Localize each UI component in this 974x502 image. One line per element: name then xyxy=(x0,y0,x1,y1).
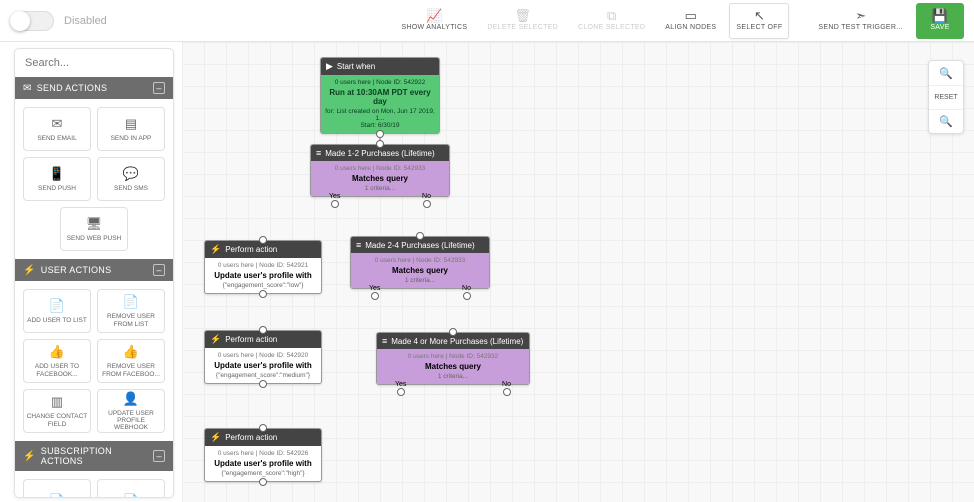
zoom-controls: 🔍 RESET 🔍 xyxy=(928,60,964,134)
send-actions-header[interactable]: ✉ SEND ACTIONS – xyxy=(15,77,173,99)
action-node-low[interactable]: ⚡Perform action 0 users here | Node ID: … xyxy=(204,240,322,294)
sms-icon: 💬 xyxy=(123,166,139,182)
collapse-icon[interactable]: – xyxy=(153,82,165,94)
list-icon: ≡ xyxy=(356,240,361,250)
port-yes[interactable] xyxy=(371,292,379,300)
push-icon: 📱 xyxy=(49,166,65,182)
send-web-push-tile[interactable]: 🖥SEND WEB PUSH xyxy=(60,207,128,251)
webhook-icon: 👤 xyxy=(123,391,139,407)
subscription-tile-2[interactable]: 📄 xyxy=(97,479,165,498)
port-in[interactable] xyxy=(259,326,267,334)
facebook-add-icon: 👍 xyxy=(49,344,65,360)
select-off-button[interactable]: ↖ SELECT OFF xyxy=(729,3,789,39)
bolt-icon: ⚡ xyxy=(210,244,221,255)
change-contact-field-tile[interactable]: ▥CHANGE CONTACT FIELD xyxy=(23,389,91,433)
list-icon: ≡ xyxy=(316,148,321,158)
list-remove-icon: 📄 xyxy=(123,294,139,310)
port-out[interactable] xyxy=(259,478,267,486)
doc-icon: 📄 xyxy=(49,493,65,498)
copy-icon: ⧉ xyxy=(607,9,616,22)
query-node-1-2-purchases[interactable]: ≡Made 1-2 Purchases (Lifetime) 0 users h… xyxy=(310,144,450,197)
delete-selected-button[interactable]: 🗑 DELETE SELECTED xyxy=(480,3,565,39)
search-input[interactable] xyxy=(15,49,173,77)
save-icon: 💾 xyxy=(932,9,948,22)
send-email-tile[interactable]: ✉SEND EMAIL xyxy=(23,107,91,151)
align-nodes-button[interactable]: ▭ ALIGN NODES xyxy=(658,3,723,39)
email-icon: ✉ xyxy=(52,116,63,132)
facebook-remove-icon: 👍 xyxy=(123,344,139,360)
port-no[interactable] xyxy=(423,200,431,208)
port-in[interactable] xyxy=(259,236,267,244)
bolt-icon: ⚡ xyxy=(23,265,36,276)
subscription-actions-header[interactable]: ⚡ SUBSCRIPTION ACTIONS – xyxy=(15,441,173,471)
query-node-4-plus-purchases[interactable]: ≡Made 4 or More Purchases (Lifetime) 0 u… xyxy=(376,332,530,385)
port-yes[interactable] xyxy=(397,388,405,396)
send-sms-tile[interactable]: 💬SEND SMS xyxy=(97,157,165,201)
collapse-icon[interactable]: – xyxy=(153,264,165,276)
port-yes[interactable] xyxy=(331,200,339,208)
remove-user-from-list-tile[interactable]: 📄REMOVE USER FROM LIST xyxy=(97,289,165,333)
bolt-icon: ⚡ xyxy=(210,432,221,443)
zoom-reset-button[interactable]: RESET xyxy=(929,85,963,109)
zoom-out-icon: 🔍 xyxy=(939,115,953,128)
bolt-icon: ⚡ xyxy=(23,451,36,462)
analytics-icon: 📈 xyxy=(426,9,442,22)
port-in[interactable] xyxy=(416,232,424,240)
user-actions-header[interactable]: ⚡ USER ACTIONS – xyxy=(15,259,173,281)
action-node-medium[interactable]: ⚡Perform action 0 users here | Node ID: … xyxy=(204,330,322,384)
action-node-high[interactable]: ⚡Perform action 0 users here | Node ID: … xyxy=(204,428,322,482)
webpush-icon: 🖥 xyxy=(86,216,103,232)
branch-ports: Yes No xyxy=(377,381,529,396)
doc-icon: 📄 xyxy=(123,493,139,498)
actions-sidebar: ✉ SEND ACTIONS – ✉SEND EMAIL ▤SEND IN AP… xyxy=(14,48,174,498)
update-user-profile-webhook-tile[interactable]: 👤UPDATE USER PROFILE WEBHOOK xyxy=(97,389,165,433)
branch-ports: Yes No xyxy=(351,285,489,300)
collapse-icon[interactable]: – xyxy=(153,450,165,462)
zoom-in-icon: 🔍 xyxy=(939,67,953,80)
play-icon: ▶ xyxy=(326,61,333,72)
bolt-icon: ⚡ xyxy=(210,334,221,345)
port-in[interactable] xyxy=(259,424,267,432)
workflow-canvas[interactable]: 🔍 RESET 🔍 ▶Start when 0 users here | Nod… xyxy=(182,42,974,502)
show-analytics-button[interactable]: 📈 SHOW ANALYTICS xyxy=(394,3,474,39)
add-user-to-list-tile[interactable]: 📄ADD USER TO LIST xyxy=(23,289,91,333)
send-section-icon: ✉ xyxy=(23,83,32,94)
add-user-to-facebook-tile[interactable]: 👍ADD USER TO FACEBOOK... xyxy=(23,339,91,383)
port-in[interactable] xyxy=(376,140,384,148)
send-icon: ➣ xyxy=(855,9,866,22)
list-add-icon: 📄 xyxy=(49,298,65,314)
zoom-out-button[interactable]: 🔍 xyxy=(929,109,963,133)
query-node-2-4-purchases[interactable]: ≡Made 2-4 Purchases (Lifetime) 0 users h… xyxy=(350,236,490,289)
port-out[interactable] xyxy=(376,130,384,138)
enable-toggle[interactable] xyxy=(10,11,54,31)
list-icon: ≡ xyxy=(382,336,387,346)
port-in[interactable] xyxy=(449,328,457,336)
inapp-icon: ▤ xyxy=(125,116,137,132)
align-icon: ▭ xyxy=(685,9,697,22)
send-actions-grid: ✉SEND EMAIL ▤SEND IN APP 📱SEND PUSH 💬SEN… xyxy=(15,99,173,259)
port-no[interactable] xyxy=(503,388,511,396)
top-toolbar: Disabled 📈 SHOW ANALYTICS 🗑 DELETE SELEC… xyxy=(0,0,974,42)
cursor-icon: ↖ xyxy=(754,9,765,22)
port-out[interactable] xyxy=(259,290,267,298)
send-in-app-tile[interactable]: ▤SEND IN APP xyxy=(97,107,165,151)
zoom-in-button[interactable]: 🔍 xyxy=(929,61,963,85)
trash-icon: 🗑 xyxy=(514,9,531,22)
subscription-tile-1[interactable]: 📄 xyxy=(23,479,91,498)
branch-ports: Yes No xyxy=(311,193,449,208)
port-out[interactable] xyxy=(259,380,267,388)
contact-field-icon: ▥ xyxy=(51,394,63,410)
remove-user-from-facebook-tile[interactable]: 👍REMOVE USER FROM FACEBOO... xyxy=(97,339,165,383)
subscription-actions-grid: 📄 📄 xyxy=(15,471,173,498)
start-node[interactable]: ▶Start when 0 users here | Node ID: 5429… xyxy=(320,57,440,134)
toggle-label: Disabled xyxy=(64,15,107,27)
send-push-tile[interactable]: 📱SEND PUSH xyxy=(23,157,91,201)
save-button[interactable]: 💾 SAVE xyxy=(916,3,964,39)
user-actions-grid: 📄ADD USER TO LIST 📄REMOVE USER FROM LIST… xyxy=(15,281,173,441)
port-no[interactable] xyxy=(463,292,471,300)
clone-selected-button[interactable]: ⧉ CLONE SELECTED xyxy=(571,3,652,39)
send-test-trigger-button[interactable]: ➣ SEND TEST TRIGGER... xyxy=(811,3,910,39)
